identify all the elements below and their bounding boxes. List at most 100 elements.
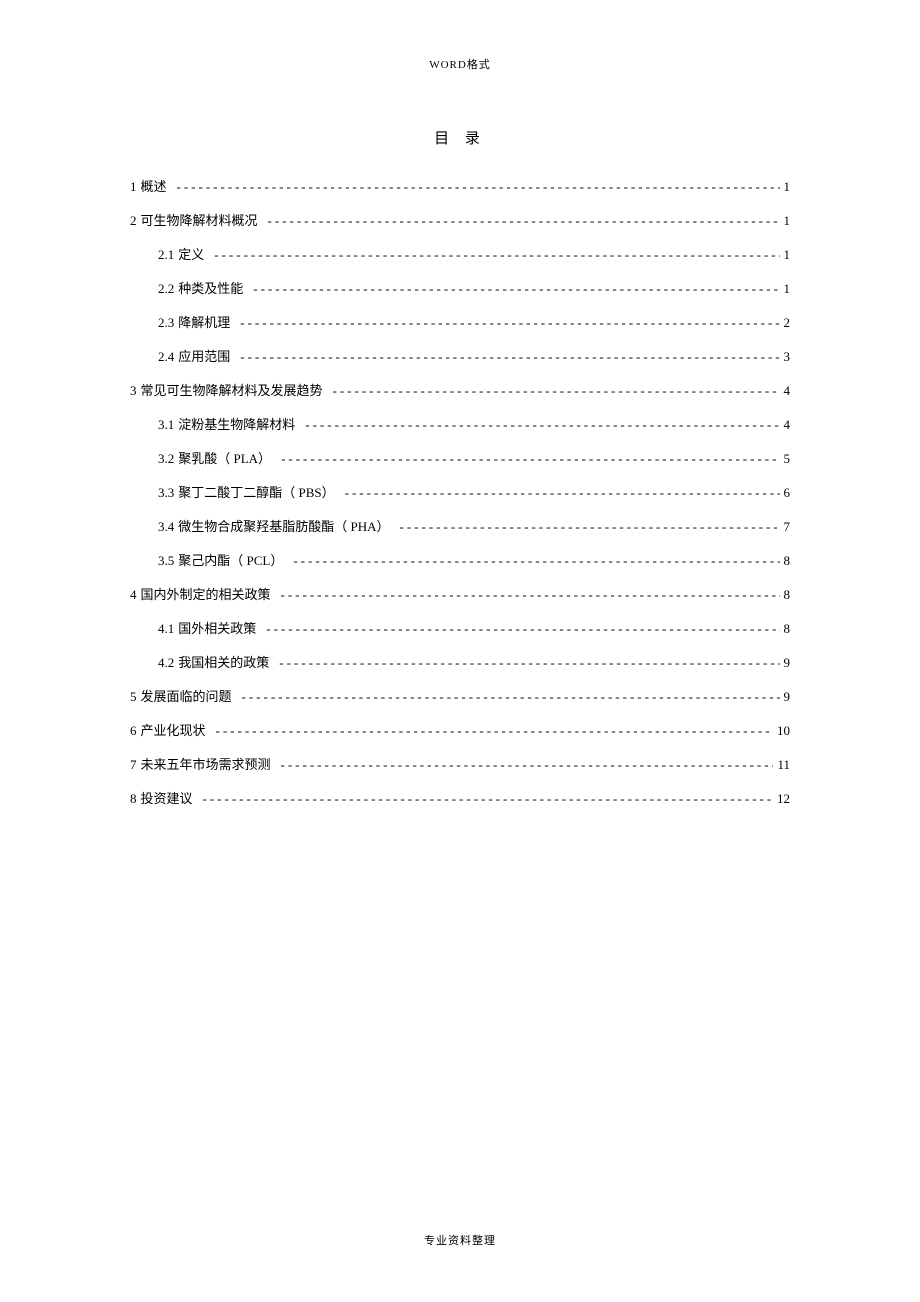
toc-entry-number: 5 bbox=[130, 689, 137, 705]
toc-leader: ----------------------------------------… bbox=[279, 655, 779, 671]
toc-entry-label: 产业化现状 bbox=[141, 720, 206, 739]
toc-entry: 2.1定义 -----------------------------------… bbox=[130, 244, 790, 278]
toc-leader: ----------------------------------------… bbox=[266, 621, 779, 637]
toc-entry-page: 4 bbox=[784, 417, 791, 433]
toc-entry-number: 2.2 bbox=[158, 281, 174, 297]
toc-leader: ----------------------------------------… bbox=[281, 587, 780, 603]
toc-entry: 4.1国外相关政策 -------------------------------… bbox=[130, 618, 790, 652]
page-header: WORD格式 bbox=[130, 56, 790, 72]
toc-entry: 2可生物降解材料概况 ------------------------------… bbox=[130, 210, 790, 244]
toc-entry-number: 7 bbox=[130, 757, 137, 773]
toc-leader: ----------------------------------------… bbox=[240, 315, 779, 331]
toc-entry: 3.5聚己内酯（ PCL） ---------------------------… bbox=[130, 550, 790, 584]
page-footer: 专业资料整理 bbox=[0, 1232, 920, 1248]
toc-entry: 8投资建议 -----------------------------------… bbox=[130, 788, 790, 822]
toc-entry-page: 11 bbox=[777, 757, 790, 773]
toc-entry: 3常见可生物降解材料及发展趋势 -------------------------… bbox=[130, 380, 790, 414]
toc-entry-page: 9 bbox=[784, 689, 791, 705]
toc-entry-page: 5 bbox=[784, 451, 791, 467]
toc-entry: 3.1淀粉基生物降解材料 ----------------------------… bbox=[130, 414, 790, 448]
toc-entry-label: 国内外制定的相关政策 bbox=[141, 584, 271, 603]
toc-entry: 3.2聚乳酸（ PLA） ----------------------------… bbox=[130, 448, 790, 482]
toc-leader: ----------------------------------------… bbox=[400, 519, 780, 535]
toc-leader: ----------------------------------------… bbox=[293, 553, 779, 569]
toc-entry-number: 3.2 bbox=[158, 451, 174, 467]
toc-entry-number: 4.1 bbox=[158, 621, 174, 637]
toc-entry: 2.2种类及性能 --------------------------------… bbox=[130, 278, 790, 312]
toc-entry-label: 未来五年市场需求预测 bbox=[141, 754, 271, 773]
toc-entry-label: 淀粉基生物降解材料 bbox=[178, 414, 295, 433]
toc-entry-label: 聚乳酸（ PLA） bbox=[178, 448, 271, 467]
toc-list: 1概述-------------------------------------… bbox=[130, 176, 790, 822]
toc-entry-page: 1 bbox=[784, 281, 791, 297]
toc-entry-number: 3.4 bbox=[158, 519, 174, 535]
toc-entry-page: 7 bbox=[784, 519, 791, 535]
toc-entry: 4.2我国相关的政策 ------------------------------… bbox=[130, 652, 790, 686]
toc-leader: ----------------------------------------… bbox=[242, 689, 780, 705]
toc-entry-page: 8 bbox=[784, 553, 791, 569]
toc-entry: 2.3降解机理 ---------------------------------… bbox=[130, 312, 790, 346]
toc-leader: ----------------------------------------… bbox=[177, 179, 780, 195]
toc-leader: ----------------------------------------… bbox=[214, 247, 779, 263]
toc-entry-label: 微生物合成聚羟基脂肪酸酯（ PHA） bbox=[178, 516, 389, 535]
toc-entry-number: 2.4 bbox=[158, 349, 174, 365]
toc-entry: 1概述-------------------------------------… bbox=[130, 176, 790, 210]
toc-entry-number: 6 bbox=[130, 723, 137, 739]
toc-entry-page: 4 bbox=[784, 383, 791, 399]
toc-entry-label: 常见可生物降解材料及发展趋势 bbox=[141, 380, 323, 399]
toc-entry-page: 8 bbox=[784, 587, 791, 603]
toc-entry-label: 定义 bbox=[178, 244, 204, 263]
toc-entry-label: 应用范围 bbox=[178, 346, 230, 365]
toc-entry-number: 2.3 bbox=[158, 315, 174, 331]
toc-entry-label: 投资建议 bbox=[141, 788, 193, 807]
toc-entry-page: 9 bbox=[784, 655, 791, 671]
toc-entry-label: 发展面临的问题 bbox=[141, 686, 232, 705]
toc-entry-label: 降解机理 bbox=[178, 312, 230, 331]
toc-entry: 7未来五年市场需求预测 -----------------------------… bbox=[130, 754, 790, 788]
toc-leader: ----------------------------------------… bbox=[281, 757, 774, 773]
toc-entry-number: 4 bbox=[130, 587, 137, 603]
toc-entry-number: 3 bbox=[130, 383, 137, 399]
toc-leader: ----------------------------------------… bbox=[281, 451, 779, 467]
toc-entry: 5发展面临的问题 --------------------------------… bbox=[130, 686, 790, 720]
toc-entry-page: 1 bbox=[784, 179, 791, 195]
toc-entry: 3.4微生物合成聚羟基脂肪酸酯（ PHA） -------------------… bbox=[130, 516, 790, 550]
toc-entry: 2.4应用范围 ---------------------------------… bbox=[130, 346, 790, 380]
toc-leader: ----------------------------------------… bbox=[253, 281, 779, 297]
toc-entry-label: 种类及性能 bbox=[178, 278, 243, 297]
toc-entry-page: 1 bbox=[784, 247, 791, 263]
toc-entry-number: 3.3 bbox=[158, 485, 174, 501]
toc-leader: ----------------------------------------… bbox=[333, 383, 780, 399]
toc-entry-label: 我国相关的政策 bbox=[178, 652, 269, 671]
page: WORD格式 目 录 1概述--------------------------… bbox=[0, 0, 920, 1302]
toc-entry-label: 可生物降解材料概况 bbox=[141, 210, 258, 229]
toc-entry: 4国内外制定的相关政策 -----------------------------… bbox=[130, 584, 790, 618]
toc-leader: ----------------------------------------… bbox=[268, 213, 780, 229]
toc-entry-number: 4.2 bbox=[158, 655, 174, 671]
toc-entry-label: 国外相关政策 bbox=[178, 618, 256, 637]
toc-entry-page: 6 bbox=[784, 485, 791, 501]
toc-entry-page: 1 bbox=[784, 213, 791, 229]
toc-leader: ----------------------------------------… bbox=[345, 485, 780, 501]
toc-entry: 6产业化现状 ----------------------------------… bbox=[130, 720, 790, 754]
toc-entry-number: 1 bbox=[130, 179, 137, 195]
toc-leader: ----------------------------------------… bbox=[216, 723, 773, 739]
toc-entry-number: 8 bbox=[130, 791, 137, 807]
toc-leader: ----------------------------------------… bbox=[305, 417, 779, 433]
toc-entry-label: 概述 bbox=[141, 176, 167, 195]
toc-entry-page: 2 bbox=[784, 315, 791, 331]
toc-leader: ----------------------------------------… bbox=[240, 349, 779, 365]
toc-leader: ----------------------------------------… bbox=[203, 791, 773, 807]
toc-entry: 3.3聚丁二酸丁二醇酯（ PBS） -----------------------… bbox=[130, 482, 790, 516]
toc-entry-page: 3 bbox=[784, 349, 791, 365]
toc-entry-page: 10 bbox=[777, 723, 790, 739]
toc-title: 目 录 bbox=[130, 127, 790, 148]
toc-entry-label: 聚丁二酸丁二醇酯（ PBS） bbox=[178, 482, 334, 501]
toc-entry-number: 3.5 bbox=[158, 553, 174, 569]
toc-entry-number: 3.1 bbox=[158, 417, 174, 433]
toc-entry-number: 2 bbox=[130, 213, 137, 229]
toc-entry-label: 聚己内酯（ PCL） bbox=[178, 550, 283, 569]
toc-entry-page: 12 bbox=[777, 791, 790, 807]
toc-entry-number: 2.1 bbox=[158, 247, 174, 263]
toc-entry-page: 8 bbox=[784, 621, 791, 637]
